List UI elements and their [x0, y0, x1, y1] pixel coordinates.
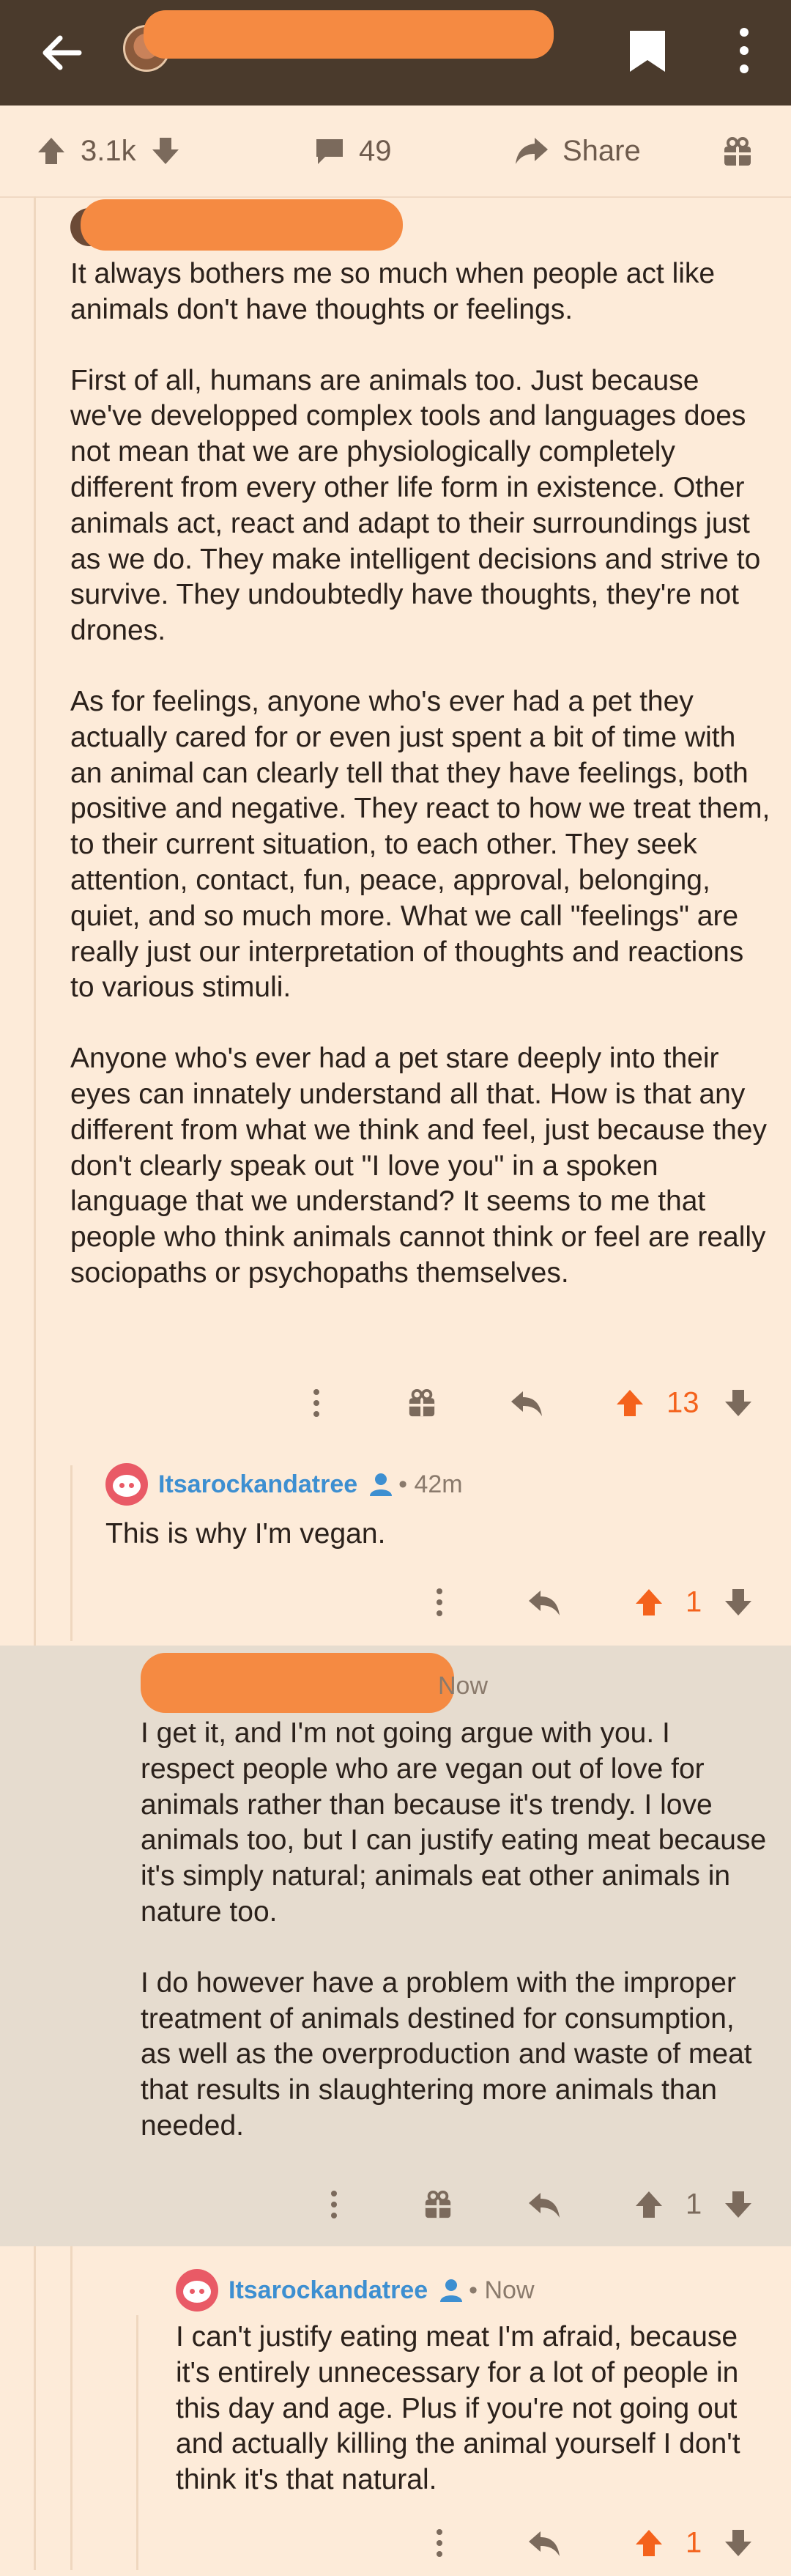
more-options-icon[interactable] [434, 1588, 445, 1617]
user-icon [370, 1473, 393, 1496]
timestamp: • 42m [398, 1470, 463, 1498]
share-button[interactable]: Share [514, 106, 641, 196]
downvote-icon[interactable] [722, 2527, 754, 2559]
downvote-icon[interactable] [149, 135, 182, 167]
reply-icon[interactable] [510, 1388, 543, 1418]
redacted-title [144, 10, 554, 59]
upvote-icon[interactable] [633, 1586, 665, 1618]
comment-bubble-icon [316, 139, 343, 164]
comment-paragraph: First of all, humans are animals too. Ju… [70, 364, 761, 647]
comment-highlighted: Now I get it, and I'm not going argue wi… [0, 1646, 791, 2246]
award-icon[interactable] [407, 1388, 437, 1418]
redacted-username [141, 1653, 454, 1713]
comment-meta: Itsarockandatree • Now [176, 2267, 535, 2314]
avatar[interactable] [176, 2269, 218, 2312]
share-icon [516, 138, 548, 164]
comment-toolbar: 1 [0, 1569, 791, 1635]
reply-icon[interactable] [527, 1588, 561, 1617]
comment-score: 13 [666, 1386, 699, 1419]
username[interactable]: Itsarockandatree [229, 2276, 428, 2305]
comment-toolbar: 1 [0, 2172, 791, 2238]
more-options-icon[interactable] [434, 2528, 445, 2558]
username[interactable]: Itsarockandatree [158, 1470, 357, 1499]
comment-paragraph: As for feelings, anyone who's ever had a… [70, 685, 770, 1004]
comment-paragraph: It always bothers me so much when people… [70, 258, 716, 325]
upvote-icon[interactable] [614, 1387, 646, 1419]
reply-icon[interactable] [527, 2528, 561, 2558]
comments-button[interactable]: 49 [313, 106, 392, 196]
back-arrow-icon[interactable] [35, 26, 88, 79]
timestamp: • Now [469, 2276, 535, 2304]
comment-body: I get it, and I'm not going argue with y… [141, 1716, 770, 2144]
post-vote-group: 3.1k [35, 106, 182, 196]
post-action-bar: 3.1k 49 Share [0, 106, 791, 198]
share-label: Share [562, 134, 641, 167]
downvote-icon[interactable] [722, 1387, 754, 1419]
comment-paragraph: I do however have a problem with the imp… [141, 1966, 752, 2142]
downvote-icon[interactable] [722, 1586, 754, 1618]
more-options-icon[interactable] [328, 2190, 340, 2219]
comment-toolbar: 1 [0, 2510, 791, 2576]
user-icon [440, 2279, 463, 2302]
award-icon[interactable] [423, 2190, 453, 2219]
avatar[interactable] [105, 1463, 148, 1506]
comment-count: 49 [359, 134, 392, 167]
comment-score: 1 [686, 2188, 702, 2221]
comment-paragraph: Anyone who's ever had a pet stare deeply… [70, 1043, 767, 1289]
comment-body: This is why I'm vegan. [105, 1517, 765, 1552]
comment-meta: Itsarockandatree • 42m [105, 1461, 463, 1508]
comment-score: 1 [686, 2526, 702, 2559]
comment-toolbar: 13 [0, 1370, 791, 1436]
post-score: 3.1k [81, 134, 136, 167]
reply-icon[interactable] [527, 2190, 561, 2219]
comment-body: I can't justify eating meat I'm afraid, … [176, 2320, 776, 2498]
bookmark-icon[interactable] [627, 28, 668, 75]
timestamp: Now [438, 1672, 489, 1700]
upvote-icon[interactable] [633, 2527, 665, 2559]
downvote-icon[interactable] [722, 2188, 754, 2221]
comment-score: 1 [686, 1585, 702, 1618]
more-options-icon[interactable] [311, 1388, 322, 1418]
more-vertical-icon[interactable] [732, 25, 756, 76]
redacted-username [81, 199, 403, 251]
upvote-icon[interactable] [633, 2188, 665, 2221]
comment-paragraph: This is why I'm vegan. [105, 1518, 386, 1550]
top-bar [0, 0, 791, 106]
comment-paragraph: I can't justify eating meat I'm afraid, … [176, 2321, 740, 2496]
award-icon[interactable] [722, 136, 753, 167]
comment-body: It always bothers me so much when people… [70, 256, 773, 1292]
upvote-icon[interactable] [35, 135, 67, 167]
comment-paragraph: I get it, and I'm not going argue with y… [141, 1717, 767, 1928]
